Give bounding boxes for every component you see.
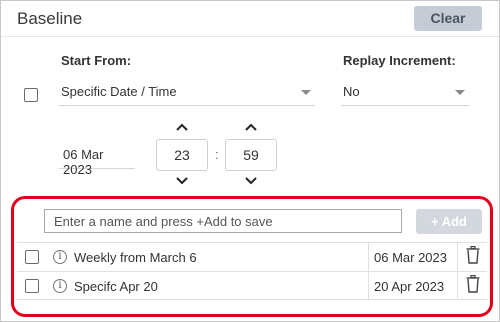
add-button[interactable]: + Add xyxy=(416,209,482,234)
info-icon[interactable]: i xyxy=(53,250,67,264)
info-icon[interactable]: i xyxy=(53,279,67,293)
saved-baselines-table: i Weekly from March 6 06 Mar 2023 i Spec… xyxy=(17,242,487,300)
date-value: 06 Mar 2023 xyxy=(63,147,104,177)
baseline-name-input[interactable] xyxy=(44,209,402,233)
table-row[interactable]: i Weekly from March 6 06 Mar 2023 xyxy=(17,242,487,271)
replay-increment-select[interactable]: No xyxy=(341,78,469,106)
panel-title: Baseline xyxy=(17,9,83,28)
start-from-select[interactable]: Specific Date / Time xyxy=(59,78,315,106)
replay-increment-value: No xyxy=(343,84,360,99)
replay-increment-label: Replay Increment: xyxy=(343,53,456,68)
time-separator: : xyxy=(215,147,219,162)
row-name: Specifc Apr 20 xyxy=(74,279,158,294)
start-from-checkbox[interactable] xyxy=(24,88,38,102)
minute-up-chevron-icon[interactable] xyxy=(243,121,259,133)
cell-divider xyxy=(457,243,458,271)
row-name: Weekly from March 6 xyxy=(74,250,197,265)
cell-divider xyxy=(368,243,369,271)
start-from-value: Specific Date / Time xyxy=(61,84,177,99)
minute-input[interactable]: 59 xyxy=(225,139,277,171)
table-row[interactable]: i Specifc Apr 20 20 Apr 2023 xyxy=(17,271,487,300)
cell-divider xyxy=(368,272,369,300)
baseline-panel: Baseline Clear Start From: Replay Increm… xyxy=(0,0,500,322)
row-date: 20 Apr 2023 xyxy=(374,279,445,294)
date-field[interactable]: 06 Mar 2023 xyxy=(59,141,135,177)
panel-header: Baseline Clear xyxy=(1,1,499,37)
row-date: 06 Mar 2023 xyxy=(374,250,447,265)
clear-button[interactable]: Clear xyxy=(414,6,482,31)
cell-divider xyxy=(457,272,458,300)
row-checkbox[interactable] xyxy=(25,279,39,293)
row-checkbox[interactable] xyxy=(25,250,39,264)
trash-icon[interactable] xyxy=(466,275,480,293)
trash-icon[interactable] xyxy=(466,246,480,264)
hour-down-chevron-icon[interactable] xyxy=(174,175,190,187)
caret-down-icon xyxy=(301,90,311,95)
start-from-label: Start From: xyxy=(61,53,132,68)
hour-up-chevron-icon[interactable] xyxy=(174,121,190,133)
hour-input[interactable]: 23 xyxy=(156,139,208,171)
minute-down-chevron-icon[interactable] xyxy=(243,175,259,187)
caret-down-icon xyxy=(455,90,465,95)
